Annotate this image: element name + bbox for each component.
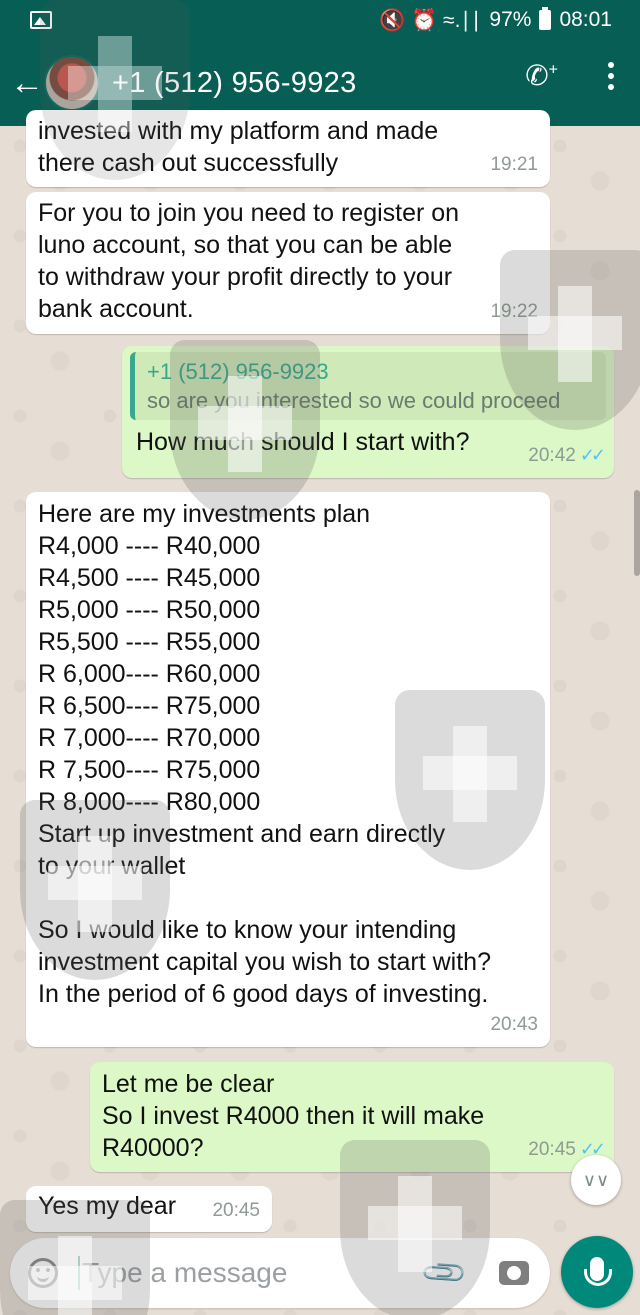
chevron-double-down-icon: ∨∨ — [582, 1169, 610, 1190]
camera-icon[interactable] — [499, 1261, 530, 1285]
quote-text: so are you interested so we could procee… — [147, 388, 561, 413]
message-text: Here are my investments plan R4,000 ----… — [38, 500, 491, 1008]
battery-icon — [539, 7, 552, 30]
quote-author: +1 (512) 956-9923 — [147, 359, 329, 384]
message-text: invested with my platform and made there… — [38, 117, 439, 177]
avatar[interactable] — [44, 55, 100, 111]
battery-percent: 97% — [489, 8, 532, 31]
message-time: 20:45 — [212, 1200, 260, 1221]
message-input[interactable] — [82, 1257, 422, 1289]
message-incoming[interactable]: invested with my platform and made there… — [26, 110, 550, 187]
status-right: 🔇 ⏰ ≈.∣∣ 97% 08:01 — [379, 7, 612, 33]
scrollbar[interactable] — [634, 490, 640, 576]
message-time: 19:22 — [490, 301, 538, 322]
voice-record-button[interactable] — [561, 1236, 633, 1308]
text-cursor — [78, 1256, 80, 1290]
microphone-icon — [584, 1257, 612, 1286]
message-time: 20:42 ✓✓ — [528, 439, 606, 472]
arrow-left-icon[interactable]: ← — [10, 66, 44, 100]
message-time-value: 20:42 — [528, 445, 576, 466]
status-left — [30, 11, 52, 29]
message-incoming[interactable]: Yes my dear 20:45 — [26, 1186, 272, 1232]
message-composer: 📎 — [10, 1238, 550, 1308]
message-text: Let me be clear So I invest R4000 then i… — [102, 1070, 485, 1162]
read-receipt-icon: ✓✓ — [579, 445, 606, 465]
gallery-notification-icon — [30, 11, 52, 29]
paperclip-icon[interactable]: 📎 — [419, 1247, 470, 1298]
message-time: 20:43 — [490, 1014, 538, 1035]
message-incoming[interactable]: Here are my investments plan R4,000 ----… — [26, 492, 550, 1047]
quoted-message[interactable]: +1 (512) 956-9923 so are you interested … — [130, 352, 606, 420]
message-time-value: 20:45 — [528, 1139, 576, 1160]
contact-name[interactable]: +1 (512) 956-9923 — [112, 67, 357, 100]
more-vertical-icon[interactable] — [608, 62, 614, 90]
message-incoming[interactable]: For you to join you need to register on … — [26, 192, 550, 334]
status-bar: 🔇 ⏰ ≈.∣∣ 97% 08:01 — [0, 0, 640, 40]
message-text: For you to join you need to register on … — [38, 199, 460, 323]
status-icons: 🔇 ⏰ ≈.∣∣ — [379, 8, 482, 32]
emoji-icon[interactable] — [28, 1258, 58, 1288]
add-call-icon[interactable]: ✆+ — [525, 62, 558, 90]
scroll-to-bottom-button[interactable]: ∨∨ — [571, 1155, 621, 1205]
status-time: 08:01 — [559, 8, 612, 31]
message-outgoing[interactable]: +1 (512) 956-9923 so are you interested … — [122, 346, 614, 478]
header-actions: ✆+ — [525, 62, 614, 90]
message-time: 19:21 — [490, 154, 538, 175]
message-outgoing[interactable]: Let me be clear So I invest R4000 then i… — [90, 1062, 614, 1172]
